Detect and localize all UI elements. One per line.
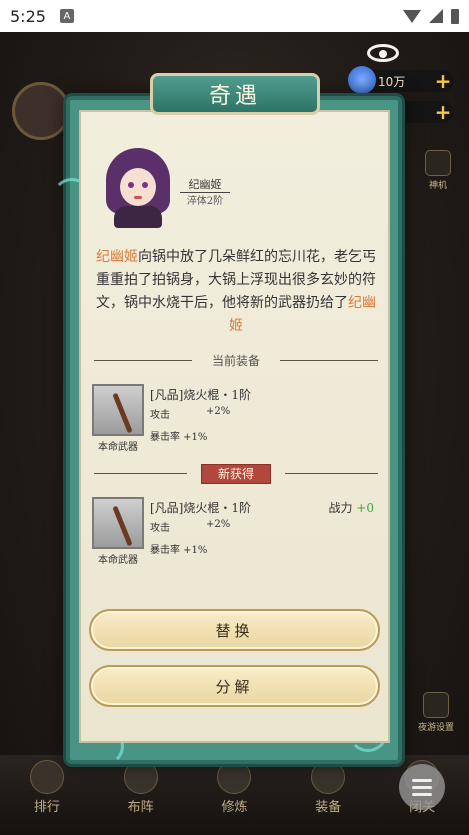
staff-icon [112, 392, 133, 434]
player-avatar[interactable] [12, 82, 70, 140]
nav-label: 布阵 [127, 800, 154, 815]
rank-icon [29, 760, 64, 794]
add-gourd-button[interactable]: + [432, 100, 454, 124]
stat-label: 攻击 [150, 410, 170, 421]
menu-bar [412, 785, 432, 789]
formation-icon [123, 760, 158, 794]
decompose-button[interactable]: 分解 [89, 665, 380, 707]
npc-body [114, 206, 162, 228]
side-button-icon [425, 150, 451, 176]
weapon-slot [92, 384, 144, 436]
menu-bar [412, 778, 432, 782]
story-name-highlight: 纪幽姬 [96, 249, 138, 265]
stat-crit: 暴击率 +1% [150, 432, 208, 443]
divider [94, 472, 187, 474]
npc-portrait [106, 148, 170, 228]
new-equipment[interactable]: 本命武器 [凡品]烧火棍・1阶 攻击 +2% 暴击率 +1% 战力 +0 [92, 497, 380, 569]
floating-menu-button[interactable] [399, 764, 445, 810]
item-name: [凡品]烧火棍・1阶 [150, 388, 251, 402]
side-button-icon [423, 692, 449, 718]
eye-icon[interactable] [367, 44, 399, 62]
add-stone-button[interactable]: + [432, 69, 454, 93]
new-tag: 新获得 [201, 463, 272, 484]
divider [280, 359, 379, 361]
battery-icon [451, 8, 459, 24]
side-button-bottom[interactable]: 夜游设置 [414, 692, 458, 733]
nav-equipment[interactable]: 装备 [293, 760, 363, 815]
stat-value: +2% [206, 406, 231, 417]
nav-formation[interactable]: 布阵 [106, 760, 176, 815]
signal-icon [429, 9, 443, 23]
slot-label: 本命武器 [98, 555, 138, 566]
resource-value: 10万 [378, 74, 406, 89]
weapon-slot [92, 497, 144, 549]
divider [285, 472, 379, 474]
notification-icon: A [59, 9, 74, 23]
stat-label: 攻击 [150, 523, 170, 534]
power-delta: 战力 +0 [328, 499, 374, 516]
spirit-stone-icon [348, 66, 376, 94]
dialog-title: 奇遇 [150, 73, 320, 115]
npc-face [120, 168, 156, 206]
side-button-label: 夜游设置 [417, 723, 454, 733]
npc-eye [142, 182, 148, 188]
slot-label: 本命武器 [98, 442, 138, 453]
wifi-icon [403, 9, 421, 23]
status-time: 5:25 [10, 6, 46, 26]
power-value: +0 [356, 501, 374, 515]
staff-icon [112, 505, 133, 547]
section-label: 当前装备 [212, 353, 261, 368]
npc-eye [128, 182, 134, 188]
nav-label: 修炼 [221, 800, 248, 815]
nav-rank[interactable]: 排行 [12, 760, 82, 815]
status-bar: 5:25 A [0, 0, 469, 32]
equipment-icon [311, 760, 346, 794]
menu-bar [412, 792, 432, 796]
story-text: 纪幽姬向锅中放了几朵鲜红的忘川花，老乞丐重重拍了拍锅身，大锅上浮现出很多玄妙的符… [92, 246, 380, 338]
current-equipment[interactable]: 本命武器 [凡品]烧火棍・1阶 攻击 +2% 暴击率 +1% [92, 384, 380, 456]
current-equip-header: 当前装备 [94, 350, 379, 370]
bottom-nav: 排行 布阵 修炼 装备 闭关 [0, 755, 469, 835]
side-button-label: 神机 [428, 181, 447, 191]
nav-label: 装备 [315, 800, 342, 815]
new-tag-wrapper: 新获得 [187, 463, 285, 484]
stat-crit: 暴击率 +1% [150, 545, 208, 556]
npc-mouth [134, 196, 142, 199]
nav-label: 排行 [33, 800, 60, 815]
stat-value: +2% [206, 519, 231, 530]
resource-bar-stone: 10万 + [348, 66, 454, 94]
replace-button[interactable]: 替换 [89, 609, 380, 651]
story-body: 向锅中放了几朵鲜红的忘川花，老乞丐重重拍了拍锅身，大锅上浮现出很多玄妙的符文，锅… [96, 249, 376, 311]
cultivate-icon [217, 760, 252, 794]
new-equip-header: 新获得 [94, 463, 379, 484]
nav-cultivate[interactable]: 修炼 [199, 760, 269, 815]
power-label: 战力 [328, 501, 353, 515]
divider [94, 359, 192, 361]
item-name: [凡品]烧火棍・1阶 [150, 501, 251, 515]
side-button-top[interactable]: 神机 [420, 150, 456, 191]
npc-name: 纪幽姬 [180, 176, 230, 193]
npc-realm: 淬体2阶 [186, 196, 224, 207]
